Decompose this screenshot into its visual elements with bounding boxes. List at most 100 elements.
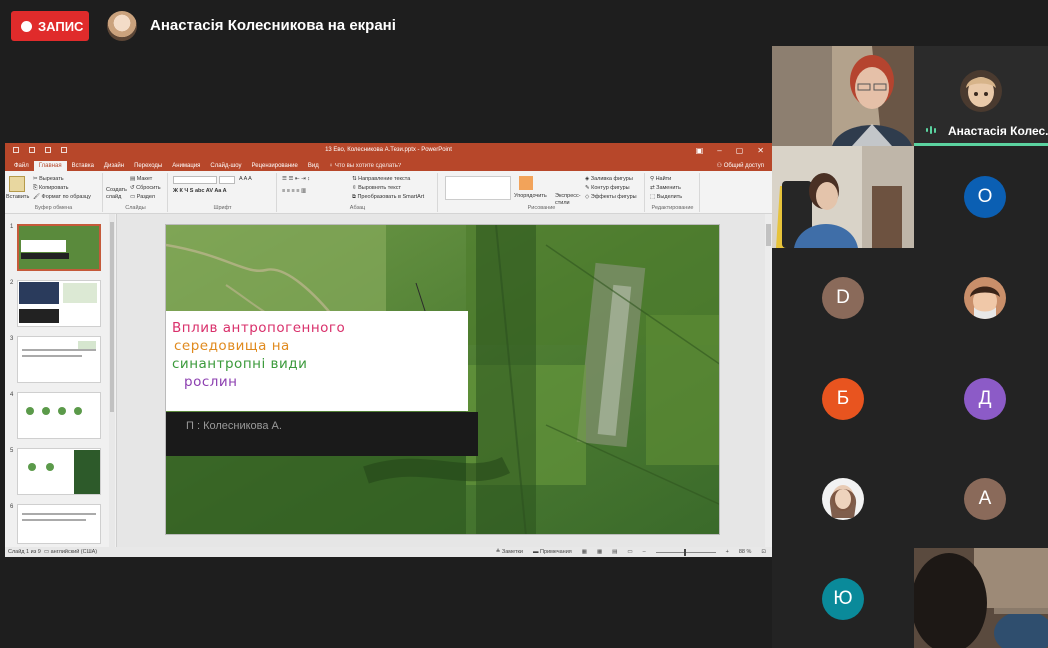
font-style-buttons: Ж К Ч S abc AV Aa A [173,188,227,194]
participant-photo-image [822,478,864,520]
select-label: ⬚ Выделить [650,194,682,200]
participant-photo-avatar [822,478,864,520]
participant-video-feed [914,548,1048,648]
slide-thumbnails-panel: 1 2 3 4 5 6 [5,214,117,547]
ppt-work-area: 1 2 3 4 5 6 Вплив антропогенного середов… [5,214,772,547]
participant-photo-avatar [964,277,1006,319]
participant-tile-photo-2 [772,448,914,548]
ribbon-group-font: A A A Ж К Ч S abc AV Aa A Шрифт [169,173,277,212]
slide-thumbnail-6 [17,504,101,544]
cut-label: ✂ Вырезать [33,176,64,182]
reset-label: ↺ Сбросить [130,185,161,191]
tab-view: Вид [307,163,319,169]
slideshow-view-icon: ▭ [627,549,633,555]
font-size-buttons: A A A [239,176,252,182]
find-label: ⚲ Найти [650,176,671,182]
shape-effects-label: ◇ Эффекты фигуры [585,194,637,200]
slide-title-line-3: синантропні види [172,356,308,372]
tab-file: Файл [14,163,29,169]
record-button[interactable]: ЗАПИС [11,11,89,41]
ppt-title-bar: 13 Ево, Колесникова А.Тези.pptx - PowerP… [5,143,772,159]
participant-tile-d: D [772,248,914,348]
ribbon-group-editing: ⚲ Найти ⇄ Заменить ⬚ Выделить Редактиров… [646,173,700,212]
ppt-ribbon-tabs: Файл Главная Вставка Дизайн Переходы Ани… [5,159,772,171]
slide-title: Вплив антропогенного середовища на синан… [172,319,345,391]
find-text: Найти [655,176,672,182]
slides-group-name: Слайды [125,205,146,211]
paste-icon [9,176,25,192]
text-direction-text: Направление текста [358,176,411,182]
person-icon: ⚇ [716,163,724,169]
participant-tile-o: О [914,146,1048,248]
share-label: Общий доступ [723,163,764,169]
ppt-file-title: 13 Ево, Колесникова А.Тези.pptx - PowerP… [325,147,452,153]
slide-title-box: Вплив антропогенного середовища на синан… [166,311,468,411]
ribbon-group-drawing: Упорядочить Экспресс-стили ◈ Заливка фиг… [439,173,645,212]
copy-label: ⎘ Копировать [33,185,69,192]
tab-review: Рецензирование [251,163,298,169]
participant-photo-image [964,277,1006,319]
slide-title-line-4: рослин [184,374,238,390]
copy-text: Копировать [38,185,69,191]
slide-count: Слайд 1 из 9 [8,549,41,555]
ribbon-group-paragraph: ☰ ☰ ⇤ ⇥ ↕ ≡ ≡ ≡ ≡ ▥ ⇅ Направление текста… [278,173,438,212]
select-text: Выделить [656,194,683,200]
top-bar: ЗАПИС Анастасія Колесникова на екрані [0,0,1048,48]
thumb-number: 1 [10,224,14,230]
participant-avatar-d: D [822,277,864,319]
arrange-icon [519,176,533,190]
thumb-number: 2 [10,280,14,286]
participant-avatar-o: О [964,176,1006,218]
thumbnails-scrollbar [109,214,115,547]
tab-home: Главная [33,161,67,171]
comments-label: Примечания [539,549,572,555]
notes-button: ≙ Заметки [496,549,523,555]
slide-thumbnail-3 [17,336,101,383]
participant-tile-yu: Ю [772,548,914,648]
ppt-status-bar: Слайд 1 из 9 ▭ английский (США) ≙ Заметк… [5,547,772,557]
layout-text: Макет [136,176,153,182]
language-status: английский (США) [50,549,98,555]
sorter-view-icon: ▦ [596,549,603,555]
section-label: ▭ Раздел [130,194,155,200]
meeting-window: ЗАПИС Анастасія Колесникова на екрані 13… [0,0,1048,648]
participant-video-3 [914,548,1048,648]
participant-avatar-b: Б [822,378,864,420]
minimize-icon: – [717,146,722,155]
participant-tile-b: Б [772,348,914,448]
shape-outline-label: ✎ Контур фигуры [585,185,630,191]
window-controls: ▣ – ▢ ✕ [696,146,764,155]
drawing-group-name: Рисование [527,205,556,211]
section-icon: ▭ [130,194,137,200]
shapes-gallery [445,176,511,200]
participant-avatar-a: A [964,478,1006,520]
participant-tile-de: Д [914,348,1048,448]
presenter-title: Анастасія Колесникова на екрані [150,17,396,34]
zoom-level: 88 % [738,549,752,555]
thumb-number: 4 [10,392,14,398]
layout-icon: ▤ [130,176,137,182]
thumb-number: 5 [10,448,14,454]
comments-button: ▬ Примечания [533,549,572,555]
status-left: Слайд 1 из 9 ▭ английский (США) [8,549,97,555]
editing-group-name: Редактирование [651,205,694,211]
thumb-number: 6 [10,504,14,510]
spellcheck-icon: ▭ [43,549,51,555]
section-text: Раздел [136,194,155,200]
participant-video-feed [772,46,914,146]
shape-outline-text: Контур фигуры [591,185,630,191]
participant-avatar-de: Д [964,378,1006,420]
paragraph-group-name: Абзац [349,205,366,211]
cut-text: Вырезать [39,176,64,182]
layout-label: ▤ Макет [130,176,152,182]
font-size-box [219,176,235,184]
format-painter-label: 🖌 Формат по образцу [33,194,91,200]
brush-icon: 🖌 [33,194,42,200]
tab-animations: Анимация [172,163,201,169]
participant-avatar-yu: Ю [822,578,864,620]
new-slide-label: Создать слайд [106,187,127,200]
slide-author: П : Колесникова А. [186,420,282,432]
slide-title-line-2: середовища на [174,338,290,354]
replace-label: ⇄ Заменить [650,185,681,191]
slide-scrollbar [765,214,772,547]
